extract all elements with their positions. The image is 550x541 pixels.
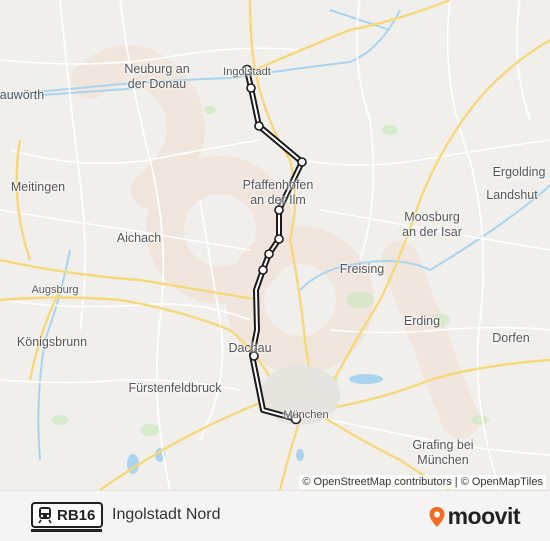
place-meitingen: Meitingen: [10, 180, 66, 194]
location-pin-icon: [429, 506, 445, 527]
moovit-logo: moovit: [428, 503, 521, 530]
place-ergolding: Ergolding: [492, 165, 546, 179]
place-aichach: Aichach: [116, 231, 162, 245]
route-badge: RB16: [31, 502, 104, 528]
stop: [297, 157, 307, 167]
stop: [264, 249, 274, 259]
place-landshut: Landshut: [486, 188, 538, 202]
place-donauwoerth: auwörth: [0, 88, 45, 102]
place-dorfen: Dorfen: [492, 331, 530, 345]
badge-underline: [31, 529, 102, 532]
place-erding: Erding: [403, 314, 441, 328]
route-destination: Ingolstadt Nord: [112, 506, 221, 523]
moovit-wordmark: moovit: [447, 503, 521, 529]
place-ingolstadt: Ingolstadt: [223, 66, 271, 78]
place-fuerstenfeldbruck: Fürstenfeldbruck: [128, 381, 222, 395]
place-dachau: Dachau: [228, 341, 272, 355]
map-view[interactable]: Neuburg an der Donau Ingolstadt auwörth …: [0, 0, 550, 490]
map-attribution[interactable]: © OpenStreetMap contributors | © OpenMap…: [299, 475, 546, 489]
place-pfaffenhofen: Pfaffenhofen an der Ilm: [242, 178, 314, 207]
map-canvas: [0, 0, 550, 490]
train-icon: [38, 507, 52, 524]
route-footer: RB16 Ingolstadt Nord moovit: [0, 490, 550, 541]
stop: [246, 83, 256, 93]
stop: [258, 265, 268, 275]
place-koenigsbrunn: Königsbrunn: [16, 335, 88, 349]
place-moosburg: Moosburg an der Isar: [402, 210, 462, 239]
place-muenchen: München: [283, 409, 329, 421]
route-code: RB16: [57, 506, 96, 524]
place-augsburg: Augsburg: [31, 284, 79, 296]
stop: [254, 121, 264, 131]
place-neuburg: Neuburg an der Donau: [124, 62, 190, 91]
stop: [274, 234, 284, 244]
place-freising: Freising: [339, 262, 385, 276]
place-grafing: Grafing bei München: [412, 438, 474, 467]
